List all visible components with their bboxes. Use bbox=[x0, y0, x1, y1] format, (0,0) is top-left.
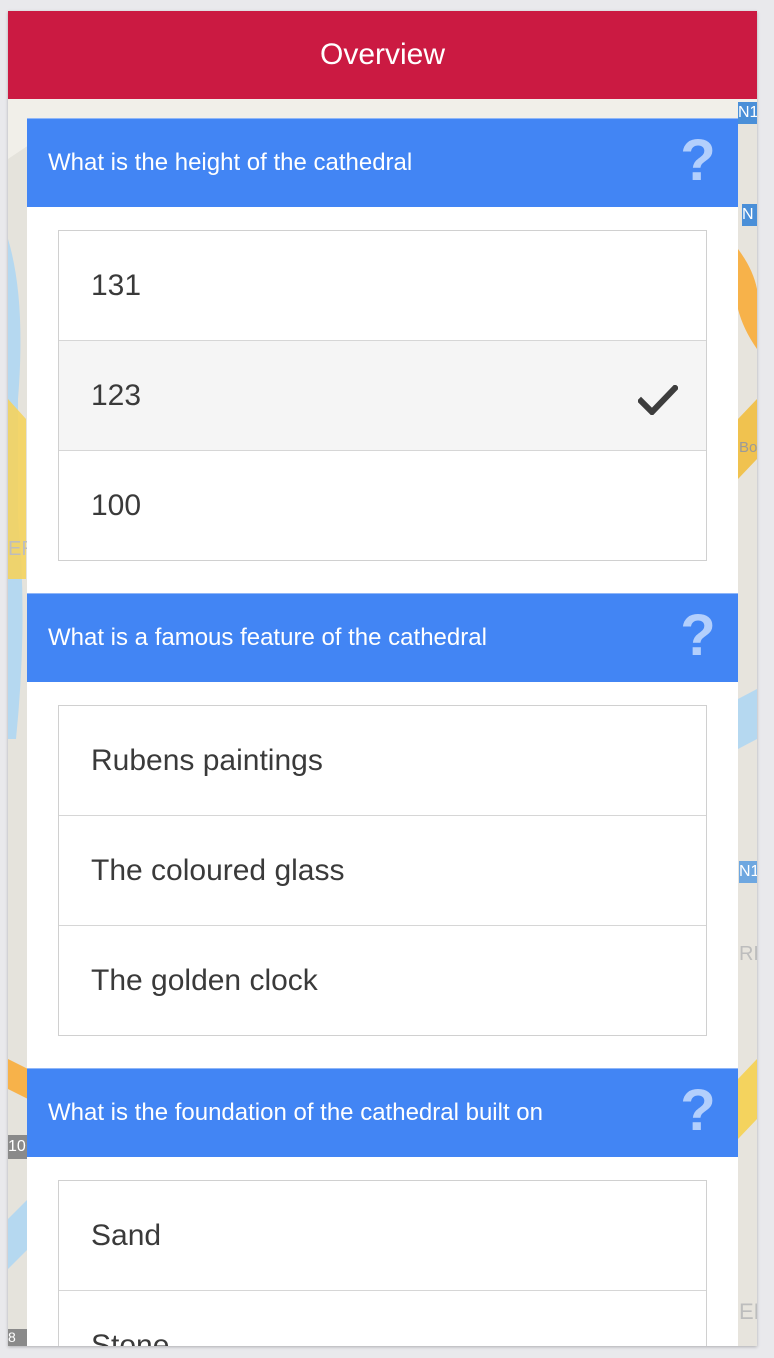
question-card: What is the height of the cathedral ? 13… bbox=[27, 118, 738, 561]
answer-option[interactable]: Rubens paintings bbox=[59, 706, 706, 815]
map-label: Bo bbox=[739, 439, 757, 456]
answer-option[interactable]: 100 bbox=[59, 450, 706, 560]
map-label: RE bbox=[739, 943, 757, 965]
question-text: What is a famous feature of the cathedra… bbox=[48, 624, 487, 651]
answer-label: The golden clock bbox=[91, 964, 318, 997]
answer-label: 131 bbox=[91, 269, 142, 302]
map-label: ER bbox=[739, 1299, 757, 1324]
quiz-list: What is the height of the cathedral ? 13… bbox=[27, 118, 738, 1346]
question-mark-icon[interactable]: ? bbox=[678, 1082, 718, 1140]
page-title: Overview bbox=[8, 11, 757, 99]
checkmark-icon bbox=[638, 385, 678, 415]
map-label: 8 bbox=[8, 1329, 27, 1346]
question-card: What is a famous feature of the cathedra… bbox=[27, 593, 738, 1036]
answer-label: The coloured glass bbox=[91, 854, 345, 887]
answer-label: Stone bbox=[91, 1329, 170, 1346]
answer-label: Rubens paintings bbox=[91, 744, 323, 777]
map-label: N1 bbox=[738, 102, 757, 124]
question-header: What is the foundation of the cathedral … bbox=[27, 1068, 738, 1157]
map-label: N bbox=[742, 204, 757, 226]
answer-option[interactable]: The golden clock bbox=[59, 925, 706, 1035]
answer-label: Sand bbox=[91, 1219, 162, 1252]
question-text: What is the height of the cathedral bbox=[48, 149, 413, 176]
answer-option[interactable]: Sand bbox=[59, 1181, 706, 1290]
question-card: What is the foundation of the cathedral … bbox=[27, 1068, 738, 1346]
question-text: What is the foundation of the cathedral … bbox=[48, 1099, 543, 1126]
answer-option[interactable]: The coloured glass bbox=[59, 815, 706, 925]
answer-list: 131 123 100 bbox=[58, 230, 707, 561]
map-label: N1 bbox=[739, 861, 757, 883]
question-header: What is a famous feature of the cathedra… bbox=[27, 593, 738, 682]
map-label: 10 bbox=[8, 1135, 27, 1159]
answer-option[interactable]: Stone bbox=[59, 1290, 706, 1346]
answer-option[interactable]: 131 bbox=[59, 231, 706, 340]
question-mark-icon[interactable]: ? bbox=[678, 607, 718, 665]
overview-panel: N1 N Bo N1 RE ER ER 10 8 Overview What i… bbox=[8, 11, 757, 1346]
answer-option-selected[interactable]: 123 bbox=[59, 340, 706, 450]
answer-label: 100 bbox=[91, 489, 142, 522]
answer-list: Rubens paintings The coloured glass The … bbox=[58, 705, 707, 1036]
question-mark-icon[interactable]: ? bbox=[678, 132, 718, 190]
map-label: ER bbox=[8, 538, 27, 560]
answer-list: Sand Stone bbox=[58, 1180, 707, 1346]
question-header: What is the height of the cathedral ? bbox=[27, 118, 738, 207]
answer-label: 123 bbox=[91, 379, 142, 412]
